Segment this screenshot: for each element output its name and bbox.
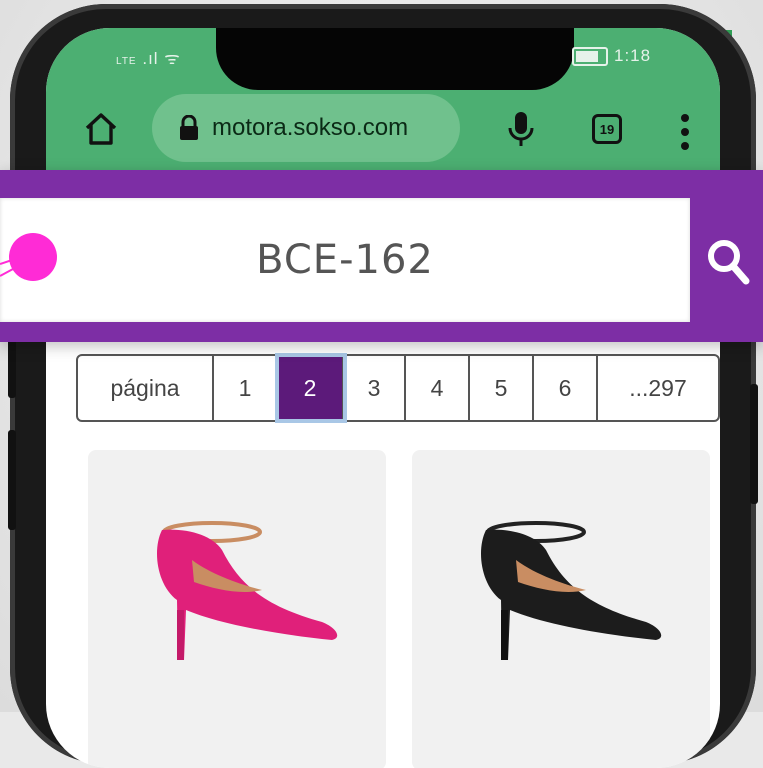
tab-switcher-button[interactable]: 19: [592, 114, 622, 144]
status-battery-time: 1:18: [572, 46, 651, 66]
battery-icon: [572, 46, 608, 66]
pagination: página 1 2 3 4 5 6 ...297: [76, 353, 720, 423]
home-icon[interactable]: [84, 112, 118, 146]
pink-pump-shoe-image: [157, 521, 338, 660]
address-bar[interactable]: motora.sokso.com: [152, 94, 460, 162]
page-5-link[interactable]: 5: [470, 356, 534, 420]
phone-side-button: [750, 384, 758, 504]
page-6-link[interactable]: 6: [534, 356, 598, 420]
phone-frame: LTE .ıl ᯤ 1:18 motora.sokso.com 19 págin…: [8, 4, 758, 768]
more-options-icon[interactable]: [680, 112, 690, 152]
signal-icon: .ıl ᯤ: [142, 49, 181, 68]
page-3-link[interactable]: 3: [344, 356, 406, 420]
network-label: LTE: [116, 56, 137, 67]
search-input[interactable]: BCE-162: [0, 198, 690, 322]
pagination-label: página: [78, 356, 214, 420]
browser-toolbar: LTE .ıl ᯤ 1:18 motora.sokso.com 19: [46, 28, 720, 178]
last-page-link[interactable]: ...297: [598, 356, 718, 420]
address-bar-url: motora.sokso.com: [212, 114, 409, 141]
status-signal: LTE .ıl ᯤ: [116, 46, 181, 69]
microphone-icon[interactable]: [507, 110, 535, 148]
phone-screen: LTE .ıl ᯤ 1:18 motora.sokso.com 19 págin…: [46, 28, 720, 768]
lock-icon: [180, 115, 198, 140]
page-2-link[interactable]: 2: [275, 353, 347, 423]
tab-count: 19: [599, 121, 615, 137]
page-1-link[interactable]: 1: [214, 356, 278, 420]
page-4-link[interactable]: 4: [406, 356, 470, 420]
phone-side-button: [8, 334, 16, 398]
phone-side-button: [8, 430, 16, 530]
tap-pointer-icon: [0, 233, 57, 281]
search-icon[interactable]: [704, 236, 752, 288]
product-card[interactable]: [412, 450, 710, 768]
product-card[interactable]: [88, 450, 386, 768]
search-query: BCE-162: [256, 237, 434, 283]
camera-notch: [216, 28, 574, 90]
status-time: 1:18: [614, 46, 652, 65]
black-pump-shoe-image: [481, 521, 662, 660]
